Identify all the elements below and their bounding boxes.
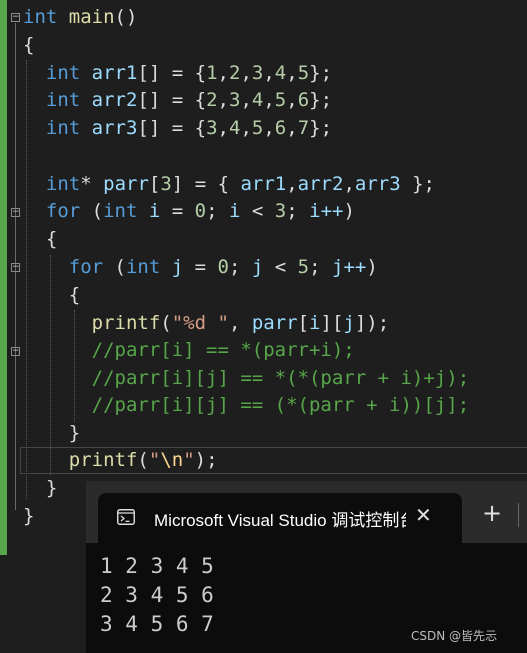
console-output-line: 1 2 3 4 5	[100, 554, 214, 578]
fold-toggle-main-icon[interactable]: −	[11, 13, 20, 22]
code-line-close-brace-for-i[interactable]: }	[23, 475, 57, 502]
code-line-open-brace[interactable]: {	[23, 32, 34, 59]
code-line-open-brace-for-j[interactable]: {	[23, 282, 80, 309]
code-line-printf-newline[interactable]: printf("\n");	[23, 447, 218, 474]
code-line-comment[interactable]: //parr[i] == *(parr+i);	[23, 337, 355, 364]
terminal-icon	[117, 509, 135, 525]
console-tab-bar: Microsoft Visual Studio 调试控制台 ✕ +	[86, 481, 527, 543]
change-indicator-bar	[0, 0, 7, 555]
console-tab[interactable]: Microsoft Visual Studio 调试控制台 ✕	[98, 493, 462, 543]
console-output-line: 3 4 5 6 7	[100, 612, 214, 636]
tab-bar-divider	[518, 503, 519, 527]
close-icon[interactable]: ✕	[415, 503, 432, 527]
code-line-arr1[interactable]: int arr1[] = {1,2,3,4,5};	[23, 60, 332, 87]
code-line-close-brace-main[interactable]: }	[23, 503, 34, 530]
code-line-main-signature[interactable]: int main()	[23, 4, 137, 31]
console-output-line: 2 3 4 5 6	[100, 583, 214, 607]
code-line-for-i[interactable]: for (int i = 0; i < 3; i++)	[23, 198, 355, 225]
fold-toggle-for-j-icon[interactable]: −	[11, 263, 20, 272]
code-line-close-brace-for-j[interactable]: }	[23, 420, 80, 447]
code-line-parr[interactable]: int* parr[3] = { arr1,arr2,arr3 };	[23, 171, 435, 198]
code-line-arr3[interactable]: int arr3[] = {3,4,5,6,7};	[23, 115, 332, 142]
fold-toggle-for-i-icon[interactable]: −	[11, 208, 20, 217]
code-line-for-j[interactable]: for (int j = 0; j < 5; j++)	[23, 254, 378, 281]
add-tab-icon[interactable]: +	[482, 501, 502, 525]
watermark: CSDN @皆先忈	[411, 629, 498, 643]
code-line-printf-element[interactable]: printf("%d ", parr[i][j]);	[23, 310, 390, 337]
code-line-comment[interactable]: //parr[i][j] == (*(parr + i))[j];	[23, 392, 470, 419]
code-line-arr2[interactable]: int arr2[] = {2,3,4,5,6};	[23, 87, 332, 114]
console-tab-title: Microsoft Visual Studio 调试控制台	[154, 511, 406, 530]
code-line-open-brace-for-i[interactable]: {	[23, 226, 57, 253]
code-line-comment[interactable]: //parr[i][j] == *(*(parr + i)+j);	[23, 365, 470, 392]
fold-toggle-comment-icon[interactable]: −	[11, 347, 20, 356]
